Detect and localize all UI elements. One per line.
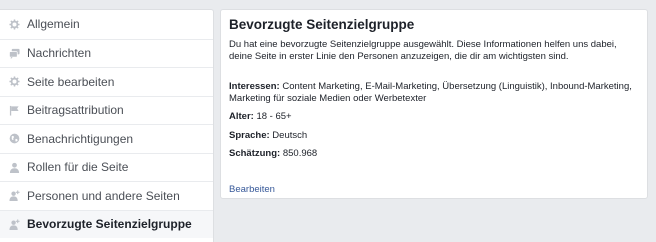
age-value: 18 - 65+ <box>256 111 292 122</box>
age-label: Alter: <box>229 111 254 122</box>
sidebar-item-label: Benachrichtigungen <box>27 131 134 146</box>
gear-icon <box>8 18 20 30</box>
sidebar-item-label: Rollen für die Seite <box>27 160 129 175</box>
language-value: Deutsch <box>272 129 308 141</box>
sidebar-item-label: Beitragsattribution <box>27 103 124 118</box>
estimate-row: Schätzung: 850.968 <box>229 148 639 160</box>
sidebar-item-rollen[interactable]: Rollen für die Seite <box>0 152 213 182</box>
audience-card: Bevorzugte Seitenzielgruppe Du hat eine … <box>220 9 648 199</box>
language-row: Sprache: Deutsch <box>229 130 639 142</box>
sidebar-item-label: Seite bearbeiten <box>27 74 115 89</box>
interests-row: Interessen: Content Marketing, E-Mail-Ma… <box>229 81 639 104</box>
sidebar-item-personen[interactable]: Personen und andere Seiten <box>0 181 213 210</box>
person-plus-icon <box>8 218 20 230</box>
settings-sidebar: Allgemein Nachrichten Seite bearbeiten B… <box>0 9 214 242</box>
estimate-value: 850.968 <box>282 148 318 159</box>
gear-icon <box>8 76 20 88</box>
flag-icon <box>8 104 20 116</box>
page-root: Allgemein Nachrichten Seite bearbeiten B… <box>0 0 656 242</box>
language-label: Sprache: <box>229 129 270 141</box>
person-icon <box>8 161 20 173</box>
sidebar-item-benachrichtigungen[interactable]: Benachrichtigungen <box>0 124 213 153</box>
sidebar-item-allgemein[interactable]: Allgemein <box>0 10 213 39</box>
sidebar-item-beitragsattribution[interactable]: Beitragsattribution <box>0 95 213 125</box>
sidebar-item-nachrichten[interactable]: Nachrichten <box>0 38 213 68</box>
sidebar-item-label: Allgemein <box>27 17 80 32</box>
person-plus-icon <box>8 190 20 202</box>
card-description: Du hat eine bevorzugte Seitenzielgruppe … <box>229 39 617 62</box>
sidebar-item-label: Nachrichten <box>27 46 92 61</box>
interests-label: Interessen: <box>229 81 280 92</box>
interests-value: Content Marketing, E-Mail-Marketing, Übe… <box>229 81 632 104</box>
age-row: Alter: 18 - 65+ <box>229 111 639 123</box>
sidebar-item-seite-bearbeiten[interactable]: Seite bearbeiten <box>0 67 213 96</box>
card-title: Bevorzugte Seitenzielgruppe <box>229 17 415 32</box>
edit-link[interactable]: Bearbeiten <box>229 184 275 195</box>
audience-details: Interessen: Content Marketing, E-Mail-Ma… <box>229 81 639 160</box>
sidebar-item-label: Bevorzugte Seitenzielgruppe <box>27 217 192 232</box>
messages-icon <box>8 47 20 59</box>
globe-icon <box>8 133 20 145</box>
sidebar-item-bevorzugte-seitenzielgruppe[interactable]: Bevorzugte Seitenzielgruppe <box>0 209 213 238</box>
estimate-label: Schätzung: <box>229 148 281 159</box>
sidebar-item-label: Personen und andere Seiten <box>27 188 180 203</box>
